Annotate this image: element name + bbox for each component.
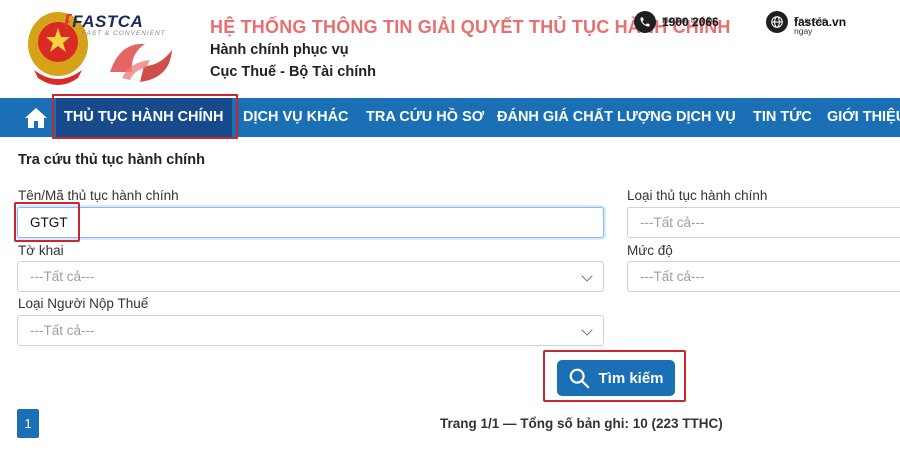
highlight-nav-box — [52, 94, 238, 139]
procedure-name-input[interactable]: GTGT — [17, 207, 604, 238]
level-select[interactable]: ---Tất cả--- — [627, 261, 900, 292]
hotline-contact[interactable]: Hotline tư vấn 1900 2066 — [634, 11, 719, 33]
system-subtitle-2: Cục Thuế - Bộ Tài chính — [210, 64, 376, 80]
highlight-input-box — [14, 202, 80, 242]
pagination-page-1[interactable]: 1 — [17, 409, 39, 438]
nav-item-tra-cuu-ho-so[interactable]: TRA CỨU HỒ SƠ — [366, 98, 484, 137]
system-subtitle-1: Hành chính phục vụ — [210, 42, 349, 58]
taxpayer-type-value: ---Tất cả--- — [30, 323, 95, 338]
procedure-type-value: ---Tất cả--- — [640, 215, 705, 230]
highlight-button-box — [543, 350, 686, 402]
nav-item-dich-vu-khac[interactable]: DỊCH VỤ KHÁC — [243, 98, 349, 137]
procedure-name-label: Tên/Mã thủ tục hành chính — [18, 188, 179, 203]
website-contact[interactable]: Truy cập ngay fastca.vn — [766, 11, 846, 36]
nav-item-gioi-thieu[interactable]: GIỚI THIỆU — [827, 98, 900, 137]
hotline-label: Hotline tư vấn — [662, 14, 715, 25]
globe-icon — [766, 11, 788, 33]
declaration-label: Tờ khai — [18, 243, 64, 258]
phone-icon — [634, 11, 656, 33]
results-summary: Trang 1/1 — Tổng số bản ghi: 10 (223 TTH… — [440, 416, 723, 431]
home-icon[interactable] — [24, 107, 48, 129]
nav-item-danh-gia-chat-luong[interactable]: ĐÁNH GIÁ CHẤT LƯỢNG DỊCH VỤ — [497, 98, 736, 137]
search-section-title: Tra cứu thủ tục hành chính — [18, 152, 205, 168]
declaration-value: ---Tất cả--- — [30, 269, 95, 284]
nav-item-tin-tuc[interactable]: TIN TỨC — [753, 98, 812, 137]
taxpayer-type-select[interactable]: ---Tất cả--- — [17, 315, 604, 346]
fastca-logo[interactable]: ⁅FASTCA — [64, 12, 143, 32]
site-header: ⁅FASTCA FAST & CONVENIENT HỆ THỐNG THÔNG… — [0, 0, 900, 98]
chevron-down-icon — [581, 270, 593, 282]
level-label: Mức độ — [627, 243, 673, 258]
tax-department-logo — [110, 43, 172, 82]
procedure-type-label: Loại thủ tục hành chính — [627, 188, 768, 203]
declaration-select[interactable]: ---Tất cả--- — [17, 261, 604, 292]
level-value: ---Tất cả--- — [640, 269, 705, 284]
chevron-down-icon — [581, 324, 593, 336]
taxpayer-type-label: Loại Người Nộp Thuế — [18, 296, 149, 311]
website-label: Truy cập ngay — [794, 14, 827, 36]
procedure-type-select[interactable]: ---Tất cả--- — [627, 207, 900, 238]
